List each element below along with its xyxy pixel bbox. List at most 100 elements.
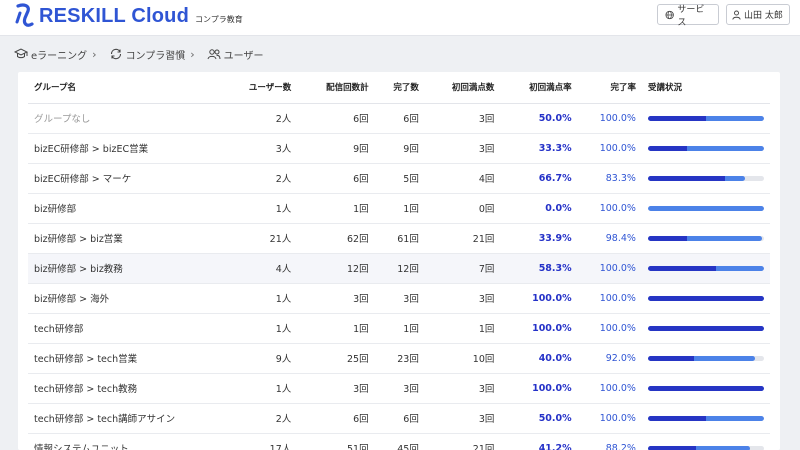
first-perfect-rate-cell: 33.9% — [500, 223, 578, 254]
logo[interactable]: RESKILL Cloud コンプラ教育 — [14, 2, 243, 30]
first-perfect-count-cell: 7回 — [424, 253, 501, 284]
status-cell — [641, 223, 770, 254]
first-perfect-count-cell: 21回 — [424, 433, 501, 450]
first-perfect-fill — [647, 355, 695, 361]
first-perfect-rate-cell: 58.3% — [500, 253, 578, 284]
delivery-count-cell: 9回 — [297, 133, 375, 164]
group-stats-table: グループ名 ユーザー数 配信回数計 完了数 初回満点数 初回満点率 完了率 受講… — [28, 72, 770, 450]
group-name-cell: tech研修部 — [28, 313, 220, 344]
status-progress-bar — [647, 115, 764, 121]
group-name-cell: tech研修部 > tech教務 — [28, 373, 220, 404]
column-header-first-perfect-rate[interactable]: 初回満点率 — [500, 72, 578, 104]
status-progress-bar — [647, 385, 764, 391]
delivery-count-cell: 3回 — [297, 283, 375, 314]
first-perfect-count-cell: 0回 — [424, 193, 501, 224]
user-menu-button[interactable]: 山田 太郎 — [726, 4, 790, 25]
table-row[interactable]: bizEC研修部 > マーケ 2人 6回 5回 4回 66.7% 83.3% — [28, 163, 770, 194]
first-perfect-count-cell: 3回 — [424, 373, 501, 404]
status-cell — [641, 163, 770, 194]
first-perfect-rate-cell: 41.2% — [500, 433, 578, 450]
column-header-first-perfect[interactable]: 初回満点数 — [424, 72, 501, 104]
app-header: RESKILL Cloud コンプラ教育 サービス 山田 太郎 — [0, 0, 800, 36]
status-progress-bar — [647, 415, 764, 421]
delivery-count-cell: 6回 — [297, 103, 375, 134]
first-perfect-fill — [647, 415, 706, 421]
status-cell — [641, 313, 770, 344]
completed-count-cell: 3回 — [374, 373, 425, 404]
first-perfect-fill — [647, 325, 764, 331]
breadcrumb: eラーニング › コンプラ習慣 › ユーザー — [0, 36, 800, 72]
table-row[interactable]: biz研修部 > 海外 1人 3回 3回 3回 100.0% 100.0% — [28, 283, 770, 314]
completion-rate-cell: 83.3% — [577, 163, 642, 194]
completed-count-cell: 23回 — [374, 343, 425, 374]
first-perfect-rate-cell: 0.0% — [500, 193, 578, 224]
user-count-cell: 4人 — [219, 253, 298, 284]
first-perfect-count-cell: 3回 — [424, 283, 501, 314]
user-count-cell: 9人 — [219, 343, 298, 374]
group-name-cell: 情報システムユニット — [28, 433, 220, 450]
breadcrumb-item-elearning[interactable]: eラーニング — [14, 47, 87, 62]
column-header-group-name[interactable]: グループ名 — [28, 72, 220, 104]
status-cell — [641, 343, 770, 374]
completed-count-cell: 6回 — [374, 103, 425, 134]
delivery-count-cell: 6回 — [297, 163, 375, 194]
service-button[interactable]: サービス — [657, 4, 719, 28]
completion-rate-cell: 100.0% — [577, 253, 642, 284]
table-row[interactable]: tech研修部 1人 1回 1回 1回 100.0% 100.0% — [28, 313, 770, 344]
status-cell — [641, 433, 770, 450]
table-row[interactable]: グループなし 2人 6回 6回 3回 50.0% 100.0% — [28, 103, 770, 134]
group-name-cell: biz研修部 > 海外 — [28, 283, 220, 314]
chevron-right-icon: › — [92, 47, 97, 61]
delivery-count-cell: 6回 — [297, 403, 375, 434]
table-row[interactable]: tech研修部 > tech営業 9人 25回 23回 10回 40.0% 92.0% — [28, 343, 770, 374]
user-count-cell: 1人 — [219, 283, 298, 314]
table-row[interactable]: biz研修部 1人 1回 1回 0回 0.0% 100.0% — [28, 193, 770, 224]
status-cell — [641, 253, 770, 284]
first-perfect-count-cell: 10回 — [424, 343, 501, 374]
table-row[interactable]: tech研修部 > tech教務 1人 3回 3回 3回 100.0% 100.0% — [28, 373, 770, 404]
column-header-users[interactable]: ユーザー数 — [219, 72, 298, 104]
breadcrumb-item-users: ユーザー — [207, 47, 263, 62]
status-cell — [641, 103, 770, 134]
delivery-count-cell: 3回 — [297, 373, 375, 404]
breadcrumb-label: コンプラ習慣 — [125, 50, 186, 62]
first-perfect-rate-cell: 50.0% — [500, 403, 578, 434]
column-header-completed[interactable]: 完了数 — [374, 72, 425, 104]
first-perfect-rate-cell: 100.0% — [500, 283, 578, 314]
status-progress-bar — [647, 295, 764, 301]
first-perfect-count-cell: 4回 — [424, 163, 501, 194]
table-row[interactable]: 情報システムユニット 17人 51回 45回 21回 41.2% 88.2% — [28, 433, 770, 450]
first-perfect-count-cell: 21回 — [424, 223, 501, 254]
table-row[interactable]: tech研修部 > tech講師アサイン 2人 6回 6回 3回 50.0% 100.0% — [28, 403, 770, 434]
group-name-cell: biz研修部 > biz営業 — [28, 223, 220, 254]
completion-rate-cell: 100.0% — [577, 103, 642, 134]
completed-count-cell: 3回 — [374, 283, 425, 314]
status-progress-bar — [647, 145, 764, 151]
logo-subtitle: コンプラ教育 — [195, 14, 243, 24]
delivery-count-cell: 51回 — [297, 433, 375, 450]
first-perfect-fill — [647, 235, 688, 241]
first-perfect-rate-cell: 50.0% — [500, 103, 578, 134]
completion-rate-cell: 100.0% — [577, 373, 642, 404]
group-name-cell: グループなし — [28, 103, 220, 134]
user-count-cell: 1人 — [219, 193, 298, 224]
first-perfect-rate-cell: 66.7% — [500, 163, 578, 194]
user-count-cell: 21人 — [219, 223, 298, 254]
breadcrumb-item-compliance[interactable]: コンプラ習慣 — [109, 47, 186, 62]
table-row[interactable]: bizEC研修部 > bizEC営業 3人 9回 9回 3回 33.3% 100.0% — [28, 133, 770, 164]
table-row[interactable]: biz研修部 > biz営業 21人 62回 61回 21回 33.9% 98.4% — [28, 223, 770, 254]
completion-rate-cell: 88.2% — [577, 433, 642, 450]
table-row[interactable]: biz研修部 > biz教務 4人 12回 12回 7回 58.3% 100.0% — [28, 253, 770, 284]
first-perfect-fill — [647, 145, 687, 151]
delivery-count-cell: 1回 — [297, 313, 375, 344]
group-name-cell: bizEC研修部 > bizEC営業 — [28, 133, 220, 164]
column-header-deliveries[interactable]: 配信回数計 — [297, 72, 375, 104]
first-perfect-count-cell: 1回 — [424, 313, 501, 344]
status-cell — [641, 133, 770, 164]
first-perfect-fill — [647, 385, 764, 391]
delivery-count-cell: 25回 — [297, 343, 375, 374]
group-name-cell: tech研修部 > tech営業 — [28, 343, 220, 374]
column-header-completion-rate[interactable]: 完了率 — [577, 72, 642, 104]
user-count-cell: 2人 — [219, 163, 298, 194]
delivery-count-cell: 62回 — [297, 223, 375, 254]
